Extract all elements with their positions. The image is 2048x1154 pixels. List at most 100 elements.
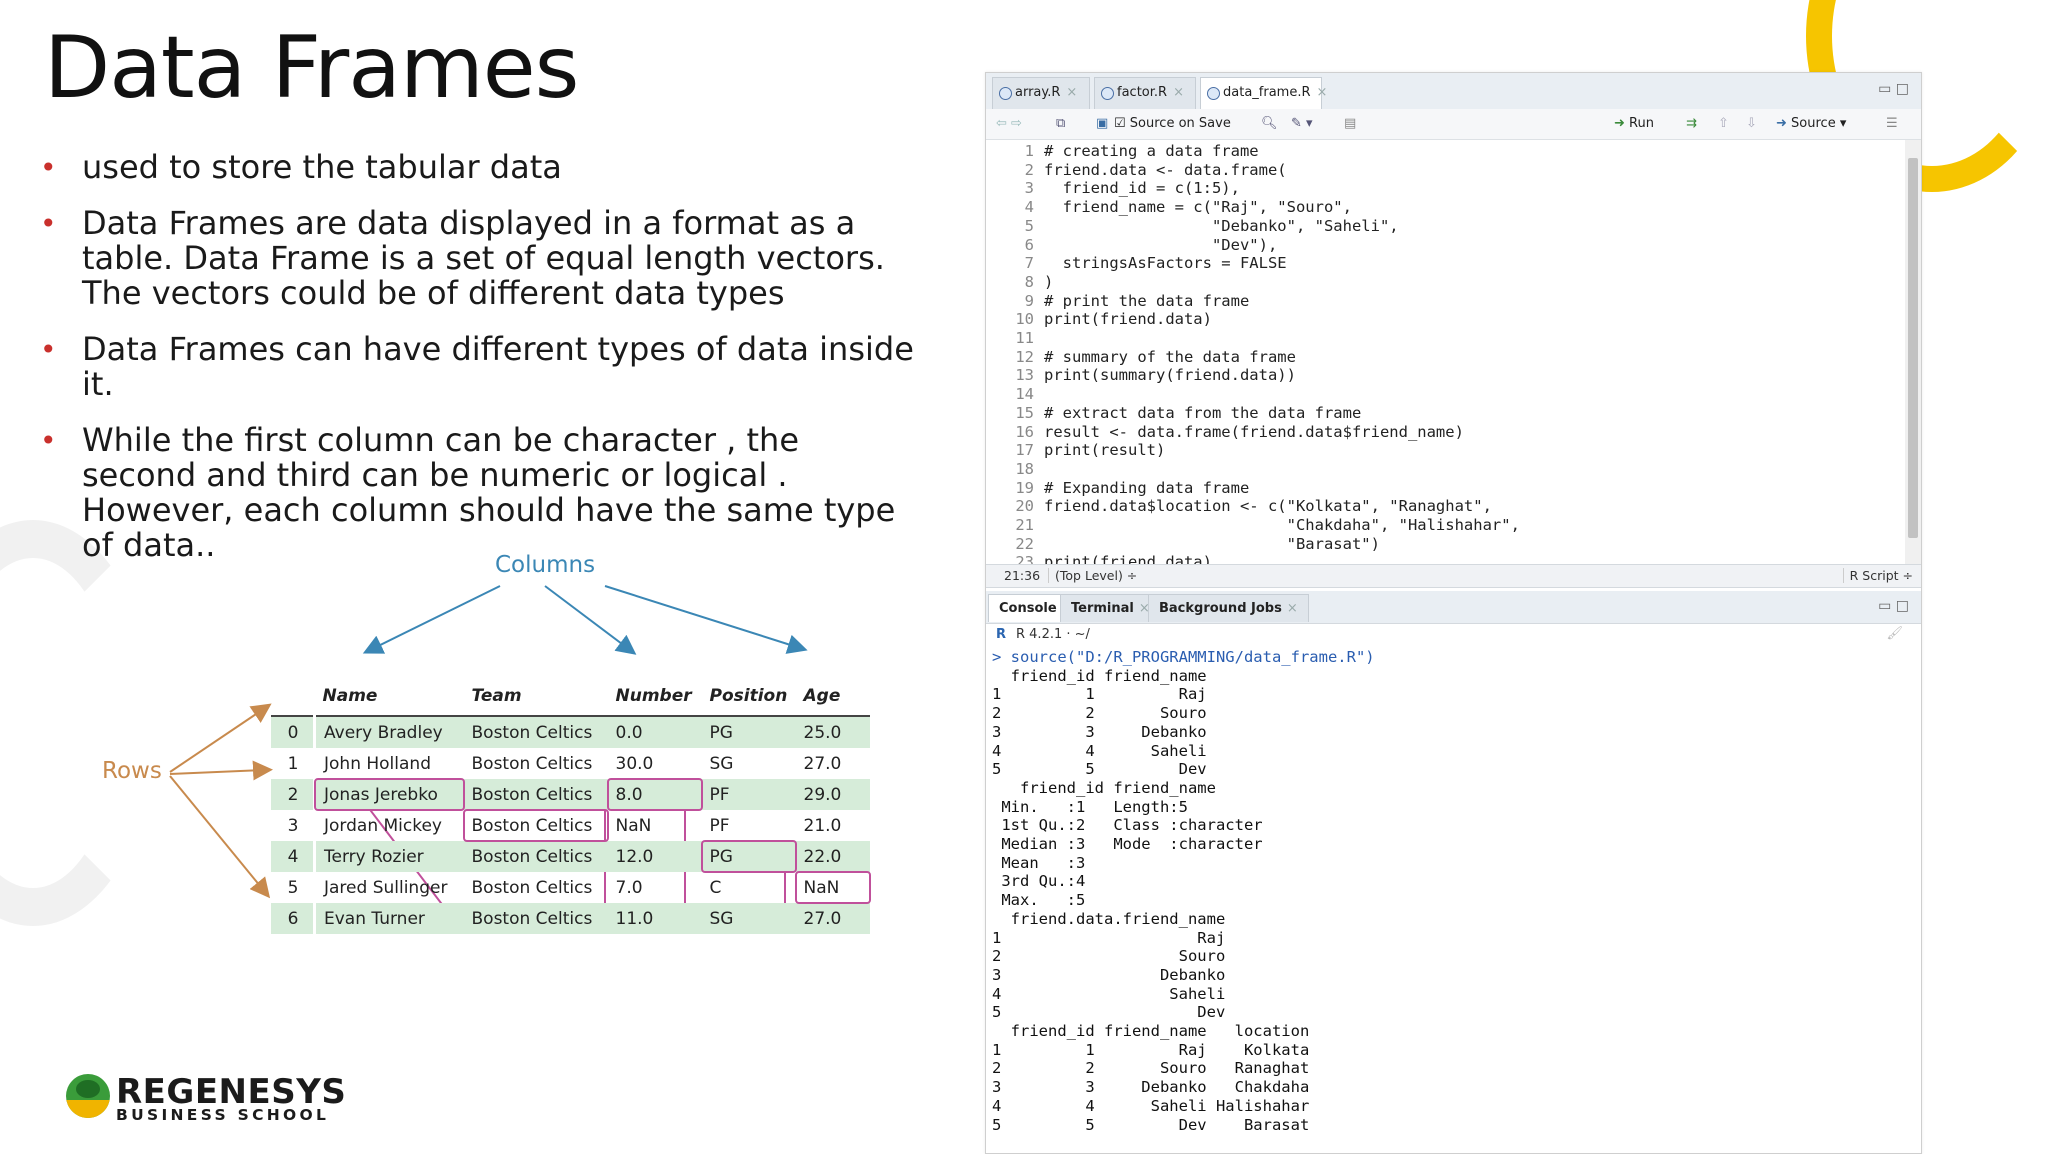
line-number: 6	[1024, 235, 1034, 254]
code-tools-icon[interactable]: ✎ ▾	[1291, 116, 1313, 131]
back-arrow-icon[interactable]: ⇦ ⇨	[996, 116, 1022, 131]
minimize-icon[interactable]: ▭	[1878, 81, 1891, 97]
source-on-save-checkbox[interactable]: ☑ Source on Save	[1114, 116, 1231, 131]
down-arrow-icon[interactable]: ⇩	[1746, 116, 1757, 131]
source-button[interactable]: ➜ Source ▾	[1776, 116, 1846, 131]
column-header: Age	[795, 685, 870, 717]
row-index: 0	[271, 716, 316, 748]
cell-age: 27.0	[803, 753, 842, 774]
cell-number: 11.0	[607, 903, 702, 934]
compile-report-icon[interactable]: ▤	[1344, 116, 1356, 131]
source-icon: ➜	[1776, 116, 1787, 131]
console-output-line: friend.data.friend_name	[992, 909, 1226, 928]
cell-name: Jonas Jerebko	[313, 778, 465, 811]
r-logo-icon: R	[996, 627, 1007, 642]
console-window-controls: ▭ □	[1878, 598, 1909, 614]
code-text: print(friend.data)	[1044, 310, 1212, 329]
cell-number: 7.0	[615, 877, 643, 898]
code-text: "Debanko", "Saheli",	[1044, 216, 1399, 235]
code-line: 19 # Expanding data frame	[986, 479, 1249, 498]
line-number: 15	[1015, 403, 1034, 422]
line-number: 10	[1015, 310, 1034, 329]
line-number: 20	[1015, 497, 1034, 516]
tab-background-jobs[interactable]: Background Jobs ×	[1148, 594, 1309, 622]
cell-name: Jared Sullinger	[324, 877, 448, 898]
code-text: # summary of the data frame	[1044, 347, 1296, 366]
cell-name: Avery Bradley	[314, 716, 464, 748]
row-index: 4	[271, 841, 316, 872]
bullet-dot-icon: •	[40, 424, 57, 457]
code-line: 16 result <- data.frame(friend.data$frien…	[986, 423, 1464, 442]
tab-array-r[interactable]: array.R ×	[992, 77, 1090, 109]
outline-icon[interactable]: ☰	[1886, 116, 1898, 131]
line-number: 9	[1024, 291, 1034, 310]
column-header: Name	[314, 685, 464, 717]
rerun-icon[interactable]: ⇉	[1686, 116, 1697, 131]
r-file-icon	[1101, 87, 1114, 100]
console-output-line: 3 3 Debanko Chakdaha	[992, 1078, 1310, 1097]
code-line: 11	[986, 329, 1044, 348]
code-line: 13 print(summary(friend.data))	[986, 366, 1296, 385]
rows-label: Rows	[102, 758, 162, 784]
scope-selector[interactable]: (Top Level) ÷	[1048, 568, 1137, 583]
tab-label: Terminal	[1071, 601, 1134, 616]
close-icon[interactable]: ×	[1066, 85, 1077, 100]
code-line: 18	[986, 460, 1044, 479]
line-number: 14	[1015, 385, 1034, 404]
code-text: "Dev"),	[1044, 235, 1278, 254]
maximize-icon[interactable]: □	[1896, 598, 1909, 614]
up-arrow-icon[interactable]: ⇧	[1718, 116, 1729, 131]
r-file-icon	[1207, 87, 1220, 100]
tab-label: data_frame.R	[1223, 85, 1311, 100]
console-output-line: 4 4 Saheli Halishahar	[992, 1096, 1310, 1115]
clear-console-icon[interactable]: 🖌︎	[1886, 626, 1903, 641]
tab-factor-r[interactable]: factor.R ×	[1094, 77, 1196, 109]
tab-data-frame-r[interactable]: data_frame.R ×	[1200, 77, 1327, 109]
console-output-line: 1st Qu.:2 Class :character	[992, 816, 1263, 835]
maximize-icon[interactable]: □	[1896, 81, 1909, 97]
tab-terminal[interactable]: Terminal ×	[1060, 594, 1161, 622]
close-icon[interactable]: ×	[1287, 601, 1298, 616]
save-icon[interactable]: ▣	[1096, 116, 1108, 131]
code-text: friend_id = c(1:5),	[1044, 179, 1240, 198]
code-text: )	[1044, 272, 1054, 291]
search-icon[interactable]: 🔍︎	[1261, 116, 1278, 131]
code-text: "Chakdaha", "Halishahar",	[1044, 516, 1520, 534]
minimize-icon[interactable]: ▭	[1878, 598, 1891, 614]
console-output-line: 2 2 Souro Ranaghat	[992, 1059, 1310, 1078]
code-line: 4 friend_name = c("Raj", "Souro",	[986, 198, 1352, 217]
cell-team: Boston Celtics	[462, 809, 609, 842]
code-editor[interactable]: 1 # creating a data frame 2 friend.data <- …	[986, 140, 1921, 571]
row-index: 3	[271, 810, 316, 841]
cell-age: 22.0	[795, 841, 870, 872]
console-output-line: 4 4 Saheli	[992, 741, 1207, 760]
bullet-item: • While the first column can be character…	[40, 423, 920, 563]
editor-tabbar: array.R × factor.R × data_frame.R × ▭ □	[986, 73, 1921, 110]
table-row: 3 Jordan Mickey Boston Celtics NaN PF 21…	[271, 809, 870, 842]
code-line: 12 # summary of the data frame	[986, 348, 1296, 367]
console-output-line: 2 Souro	[992, 947, 1226, 966]
code-text: friend.data$location <- c("Kolkata", "Ra…	[1044, 497, 1492, 516]
tab-console[interactable]: Console	[988, 594, 1068, 622]
column-header: Number	[607, 685, 702, 717]
editor-scrollbar[interactable]	[1905, 140, 1921, 564]
cell-number: 0.0	[607, 716, 702, 748]
console-output-line: 3 Debanko	[992, 965, 1226, 984]
console-output-line: 4 Saheli	[992, 984, 1226, 1003]
column-header: Team	[463, 685, 608, 717]
close-icon[interactable]: ×	[1317, 85, 1328, 100]
table-row: 2 Jonas Jerebko Boston Celtics 8.0 PF 29…	[271, 778, 870, 811]
filetype-selector[interactable]: R Script ÷	[1842, 568, 1913, 583]
table-row: 0 Avery Bradley Boston Celtics 0.0 PG 25…	[271, 716, 870, 748]
close-icon[interactable]: ×	[1173, 85, 1184, 100]
cursor-position: 21:36	[1004, 568, 1041, 583]
bullet-item: • used to store the tabular data	[40, 150, 920, 185]
console-output[interactable]: > source("D:/R_PROGRAMMING/data_frame.R"…	[986, 646, 1921, 1153]
r-version: R 4.2.1 · ~/	[1016, 627, 1090, 642]
row-index: 2	[271, 779, 316, 810]
run-button[interactable]: ➜ Run	[1614, 116, 1654, 131]
tab-label: Background Jobs	[1159, 601, 1282, 616]
tab-label: Console	[999, 601, 1057, 616]
rstudio-window: array.R × factor.R × data_frame.R × ▭ □ ⇦ ⇨…	[985, 72, 1922, 1154]
new-window-icon[interactable]: ⧉	[1056, 116, 1065, 131]
